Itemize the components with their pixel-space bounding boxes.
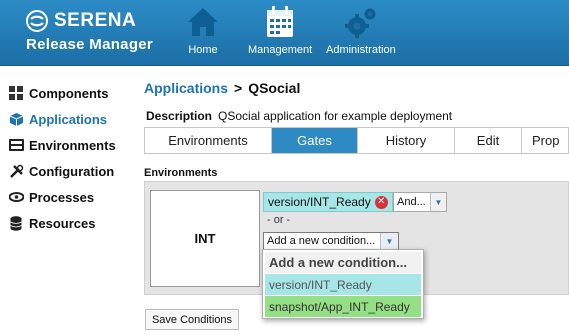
dropdown-option-version[interactable]: version/INT_Ready: [265, 274, 421, 295]
sidebar-item-configuration[interactable]: Configuration: [8, 158, 138, 184]
cube-icon: [8, 111, 24, 127]
condition-dropdown: Add a new condition... version/INT_Ready…: [262, 249, 424, 319]
database-icon: [8, 215, 24, 231]
sidebar-item-applications[interactable]: Applications: [8, 106, 138, 132]
save-conditions-button[interactable]: Save Conditions: [145, 309, 239, 330]
sidebar-item-label: Processes: [29, 189, 95, 205]
or-separator: - or -: [267, 214, 291, 226]
sidebar-item-processes[interactable]: Processes: [8, 184, 138, 210]
sidebar-item-label: Environments: [29, 137, 116, 153]
gears-icon: [344, 8, 376, 38]
tools-icon: [8, 163, 24, 179]
operator-select-value: And...: [397, 196, 426, 208]
components-icon: [8, 85, 24, 101]
add-condition-select[interactable]: Add a new condition... ▼: [263, 232, 399, 250]
sidebar-item-environments[interactable]: Environments: [8, 132, 138, 158]
condition-tag-label: version/INT_Ready: [268, 195, 371, 209]
breadcrumb-separator: >: [234, 80, 243, 96]
processes-icon: [8, 189, 24, 205]
sidebar-item-label: Components: [29, 85, 109, 101]
sidebar-item-resources[interactable]: Resources: [8, 210, 138, 236]
tab-properties[interactable]: Prop: [522, 128, 568, 153]
sidebar-item-label: Configuration: [29, 163, 115, 179]
nav-management[interactable]: Management: [248, 4, 312, 56]
brand: SERENA Release Manager: [26, 10, 153, 53]
brand-name: SERENA: [54, 10, 137, 31]
brand-product: Release Manager: [26, 36, 154, 53]
sidebar-item-components[interactable]: Components: [8, 80, 138, 106]
environments-icon: [8, 137, 24, 153]
operator-select[interactable]: And... ▼: [393, 192, 447, 212]
app-header: SERENA Release Manager Home Management A…: [0, 0, 569, 66]
breadcrumb-current: QSocial: [248, 80, 301, 96]
nav-management-label: Management: [248, 44, 313, 56]
nav-administration[interactable]: Administration: [326, 4, 396, 56]
calendar-icon: [267, 6, 294, 37]
description-value: QSocial application for example deployme…: [218, 109, 453, 123]
tab-edit[interactable]: Edit: [455, 128, 522, 153]
description: Description QSocial application for exam…: [146, 109, 452, 123]
breadcrumb-applications-link[interactable]: Applications: [144, 80, 228, 96]
nav-administration-label: Administration: [326, 44, 396, 56]
chevron-down-icon[interactable]: ▼: [380, 233, 398, 249]
add-condition-value: Add a new condition...: [267, 235, 376, 247]
tab-bar: Environments Gates History Edit Prop: [144, 127, 569, 154]
dropdown-option-placeholder[interactable]: Add a new condition...: [265, 252, 421, 273]
condition-tag: version/INT_Ready ✕: [263, 192, 393, 212]
description-label: Description: [146, 109, 213, 123]
serena-logo-icon: [26, 10, 48, 32]
section-title: Environments: [144, 167, 218, 179]
nav-home[interactable]: Home: [185, 4, 221, 56]
tab-history[interactable]: History: [358, 128, 455, 153]
sidebar: Components Applications Environments Con…: [8, 80, 138, 236]
chevron-down-icon[interactable]: ▼: [430, 193, 446, 211]
tab-gates[interactable]: Gates: [272, 128, 358, 153]
remove-condition-icon[interactable]: ✕: [374, 195, 388, 209]
environment-box: INT: [150, 190, 260, 287]
sidebar-item-label: Applications: [29, 111, 108, 127]
nav-home-label: Home: [188, 44, 218, 56]
sidebar-item-label: Resources: [29, 215, 96, 231]
breadcrumb: Applications > QSocial: [144, 80, 300, 96]
home-icon: [188, 8, 218, 36]
tab-environments[interactable]: Environments: [145, 128, 272, 153]
dropdown-option-snapshot[interactable]: snapshot/App_INT_Ready: [265, 296, 421, 317]
